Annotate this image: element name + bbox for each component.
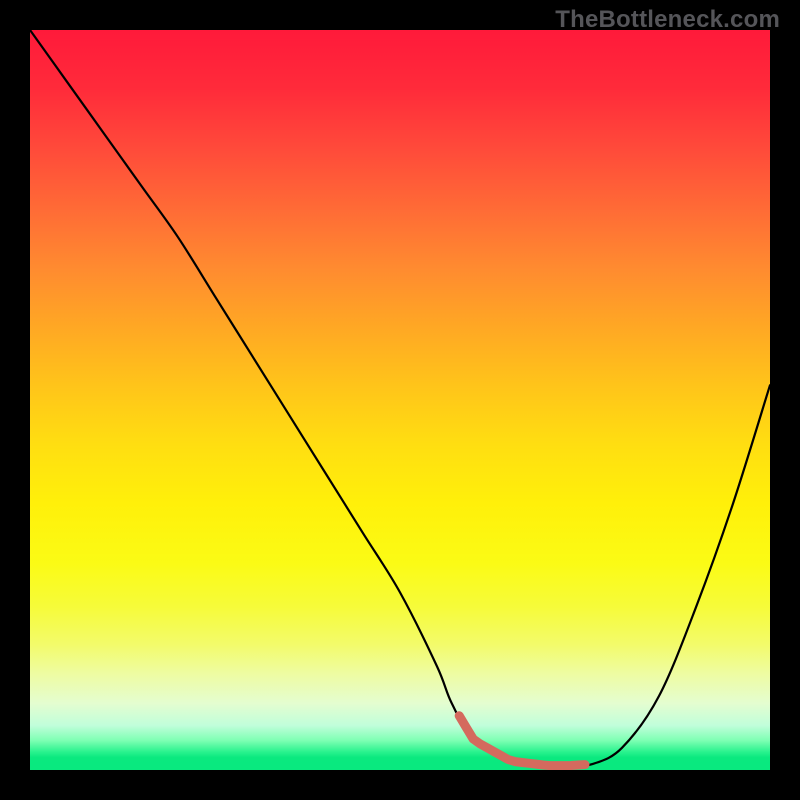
chart-svg bbox=[30, 30, 770, 770]
plot-area bbox=[30, 30, 770, 770]
optimal-range-marker bbox=[459, 716, 585, 766]
chart-container: TheBottleneck.com bbox=[0, 0, 800, 800]
bottleneck-curve bbox=[30, 30, 770, 766]
